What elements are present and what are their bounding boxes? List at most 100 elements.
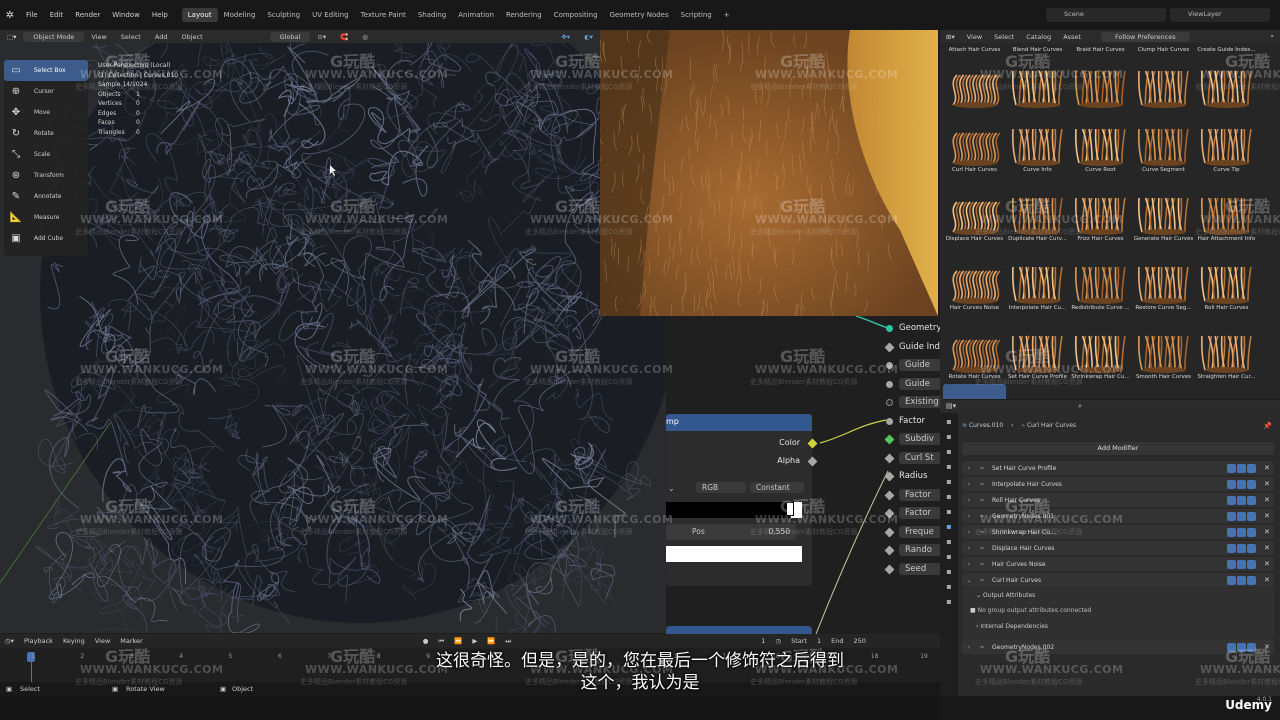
modifier-name[interactable]: Displace Hair Curves	[988, 545, 1227, 552]
mode-selector[interactable]: Object Mode	[23, 31, 85, 42]
socket-rando[interactable]: Rando	[884, 543, 943, 557]
asset-curl-hair-curves[interactable]: Curl Hair Curves	[943, 109, 1006, 177]
proportional-edit-icon[interactable]: ◎	[355, 33, 375, 41]
socket-diamond-icon[interactable]	[884, 471, 895, 481]
asset-smooth-hair-curves[interactable]: Smooth Hair Curves	[1132, 316, 1195, 384]
properties-tab-output-icon[interactable]: ▪	[940, 447, 958, 461]
orientation-selector[interactable]: Global	[269, 31, 311, 42]
menu-file[interactable]: File	[20, 11, 44, 19]
properties-tab-modifier-icon[interactable]: ▪	[940, 522, 958, 536]
delete-modifier-icon[interactable]: ✕	[1264, 480, 1274, 488]
workspace-tab-compositing[interactable]: Compositing	[548, 8, 604, 22]
delete-modifier-icon[interactable]: ✕	[1264, 560, 1274, 568]
asset-redistribute-curve[interactable]: Redistribute Curve ...	[1069, 247, 1132, 315]
add-modifier-button[interactable]: Add Modifier	[962, 442, 1274, 455]
workspace-tab-shading[interactable]: Shading	[412, 8, 452, 22]
asset-menu-catalog[interactable]: Catalog	[1020, 33, 1057, 41]
asset-straighten-hair-cur[interactable]: Straighten Hair Cur...	[1195, 316, 1258, 384]
render-toggle[interactable]	[1247, 543, 1256, 553]
render-toggle[interactable]	[1247, 527, 1256, 537]
delete-modifier-icon[interactable]: ✕	[1264, 528, 1274, 536]
socket-diamond-icon[interactable]	[884, 490, 895, 500]
asset-hair-curves-noise[interactable]: Hair Curves Noise	[943, 247, 1006, 315]
render-toggle[interactable]	[1247, 479, 1256, 489]
asset-menu-view[interactable]: View	[961, 33, 988, 41]
jump-end-icon[interactable]: ⏭	[500, 637, 516, 646]
asset-curve-root[interactable]: Curve Root	[1069, 109, 1132, 177]
socket-subdiv[interactable]: Subdiv	[884, 432, 943, 446]
edit-mode-toggle[interactable]	[1227, 463, 1236, 473]
workspace-tab-geometry-nodes[interactable]: Geometry Nodes	[604, 8, 675, 22]
viewport-toggle[interactable]	[1237, 479, 1246, 489]
modifier-row[interactable]: › ⌁ Set Hair Curve Profile ✕	[962, 461, 1274, 475]
import-method-select[interactable]: Follow Preferences	[1100, 31, 1190, 42]
viewport-toggle[interactable]	[1237, 559, 1246, 569]
tool-measure[interactable]: 📐 Measure	[4, 207, 88, 228]
workspace-tab-rendering[interactable]: Rendering	[500, 8, 548, 22]
modifier-row[interactable]: › ⌁ Displace Hair Curves ✕	[962, 541, 1274, 555]
search-icon[interactable]: ⌕	[1078, 402, 1082, 410]
render-toggle[interactable]	[1247, 495, 1256, 505]
properties-tab-object-icon[interactable]: ▪	[940, 507, 958, 521]
viewport-menu-select[interactable]: Select	[114, 33, 148, 41]
tool-select-box[interactable]: ▭ Select Box	[4, 60, 88, 81]
pivot-icon[interactable]: ⊙▾	[310, 33, 333, 41]
socket-radius[interactable]: Radius	[884, 469, 928, 483]
play-icon[interactable]: ▶	[467, 637, 482, 645]
expand-arrow-icon[interactable]: ›	[962, 497, 976, 504]
asset-clump-hair-curves[interactable]: Clump Hair Curves	[1132, 43, 1195, 109]
properties-tab-physics-icon[interactable]: ▪	[940, 552, 958, 566]
edit-mode-toggle[interactable]	[1227, 527, 1236, 537]
tool-transform[interactable]: ⊛ Transform	[4, 165, 88, 186]
asset-curve-segment[interactable]: Curve Segment	[1132, 109, 1195, 177]
edit-mode-toggle[interactable]	[1227, 575, 1236, 585]
asset-restore-curve-seg[interactable]: Restore Curve Seg...	[1132, 247, 1195, 315]
delete-modifier-icon[interactable]: ✕	[1264, 496, 1274, 504]
socket-diamond-icon[interactable]	[884, 545, 895, 555]
socket-existing[interactable]: Existing	[886, 395, 943, 409]
asset-interpolate-hair-cu[interactable]: Interpolate Hair Cu...	[1006, 247, 1069, 315]
properties-editor-icon[interactable]: ▤▾	[946, 402, 956, 410]
interpolation-select[interactable]: Constant	[750, 482, 804, 493]
expand-arrow-icon[interactable]: ›	[962, 529, 976, 536]
view-layer-selector[interactable]: ViewLayer	[1170, 8, 1270, 22]
socket-curl-st[interactable]: Curl St	[884, 451, 943, 465]
pin-icon[interactable]: 📌	[1263, 422, 1272, 430]
gizmo-toggle-icon[interactable]: ✥▾	[554, 33, 577, 41]
snap-icon[interactable]: 🧲	[333, 33, 355, 41]
editor-type-icon[interactable]: ⬚▾	[0, 33, 23, 41]
workspace-tab-sculpting[interactable]: Sculpting	[261, 8, 306, 22]
delete-modifier-icon[interactable]: ✕	[1264, 544, 1274, 552]
color-ramp-title[interactable]: mp	[666, 414, 812, 431]
viewport-toggle[interactable]	[1237, 463, 1246, 473]
asset-editor-icon[interactable]: ⊞▾	[940, 33, 961, 41]
output-attributes-panel[interactable]: ⌄ Output Attributes	[962, 588, 1274, 599]
asset-curve-tip[interactable]: Curve Tip	[1195, 109, 1258, 177]
modifier-row[interactable]: › ⌁ Hair Curves Noise ✕	[962, 557, 1274, 571]
properties-tab-particles-icon[interactable]: ▪	[940, 537, 958, 551]
timeline-menu-playback[interactable]: Playback	[19, 637, 58, 645]
modifier-name[interactable]: Curl Hair Curves	[988, 577, 1227, 584]
viewport-menu-add[interactable]: Add	[148, 33, 175, 41]
workspace-tab-uv-editing[interactable]: UV Editing	[306, 8, 355, 22]
collapse-arrow-icon[interactable]: ⌄	[962, 577, 976, 584]
viewport-toggle[interactable]	[1237, 511, 1246, 521]
stop-color-swatch[interactable]	[666, 546, 802, 562]
socket-guide-indi[interactable]: Guide Indi	[884, 340, 942, 354]
viewport-menu-object[interactable]: Object	[174, 33, 209, 41]
asset-curve-info[interactable]: Curve Info	[1006, 109, 1069, 177]
tool-annotate[interactable]: ✎ Annotate	[4, 186, 88, 207]
current-frame-field[interactable]: 1	[756, 637, 770, 645]
socket-factor[interactable]: Factor	[884, 488, 943, 502]
render-toggle[interactable]	[1247, 559, 1256, 569]
menu-window[interactable]: Window	[106, 11, 146, 19]
expand-arrow-icon[interactable]: ›	[962, 513, 976, 520]
modifier-row[interactable]: › ⌁ Interpolate Hair Curves ✕	[962, 477, 1274, 491]
ramp-dropdown-icon[interactable]: ⌄	[668, 484, 675, 493]
prev-key-icon[interactable]: ⏪	[449, 637, 467, 645]
socket-circle-icon[interactable]	[886, 380, 893, 388]
modifier-name[interactable]: Interpolate Hair Curves	[988, 481, 1227, 488]
properties-tab-render-icon[interactable]: ▪	[940, 432, 958, 446]
socket-circle-icon[interactable]	[886, 398, 893, 406]
socket-geometry[interactable]: Geometry	[886, 321, 941, 335]
